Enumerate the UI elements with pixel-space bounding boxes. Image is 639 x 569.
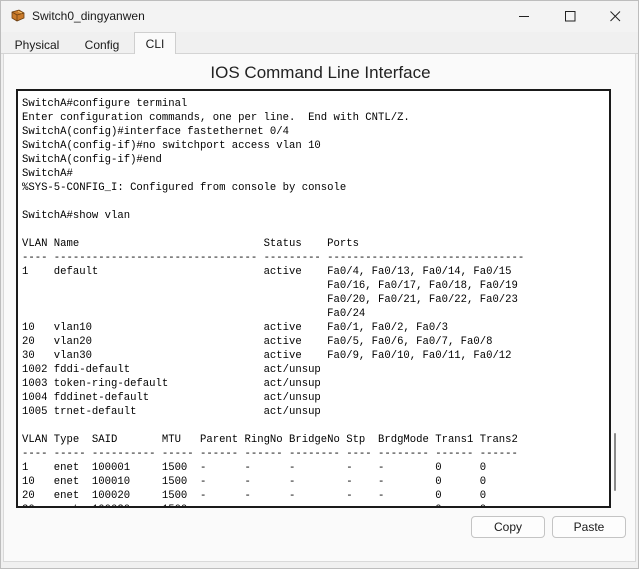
- console-line: Fa0/20, Fa0/21, Fa0/22, Fa0/23: [22, 294, 518, 306]
- scrollbar-thumb[interactable]: [614, 433, 616, 491]
- maximize-icon: [564, 11, 575, 22]
- console-line: SwitchA(config-if)#no switchport access …: [22, 140, 321, 152]
- paste-button[interactable]: Paste: [552, 516, 626, 538]
- console-line: 1 enet 100001 1500 - - - - - 0 0: [22, 462, 487, 474]
- console-line: SwitchA#: [22, 168, 73, 180]
- title-bar[interactable]: Switch0_dingyanwen: [1, 1, 638, 32]
- console-line: Fa0/16, Fa0/17, Fa0/18, Fa0/19: [22, 280, 518, 292]
- console-line: SwitchA#configure terminal: [22, 98, 188, 110]
- switch-app-icon: [10, 9, 26, 23]
- console-line: 30 enet 100030 1500 - - - - - 0 0: [22, 503, 524, 506]
- console-line: 1002 fddi-default act/unsup: [22, 364, 321, 376]
- console-line: ---- ----- ---------- ----- ------ -----…: [22, 448, 518, 460]
- cli-console[interactable]: SwitchA#configure terminal Enter configur…: [16, 89, 611, 508]
- minimize-icon: [518, 16, 529, 17]
- panel-heading: IOS Command Line Interface: [210, 63, 431, 82]
- close-button[interactable]: [592, 1, 638, 32]
- console-line: 1005 trnet-default act/unsup: [22, 406, 321, 418]
- cli-panel: IOS Command Line Interface SwitchA#confi…: [3, 54, 636, 562]
- console-line: 30 vlan30 active Fa0/9, Fa0/10, Fa0/11, …: [22, 350, 512, 362]
- tab-physical[interactable]: Physical: [5, 34, 69, 55]
- maximize-button[interactable]: [547, 1, 593, 32]
- console-line: SwitchA#show vlan: [22, 210, 131, 222]
- console-line: 10 vlan10 active Fa0/1, Fa0/2, Fa0/3: [22, 322, 448, 334]
- app-window: Switch0_dingyanwen Physical Config CLI I…: [0, 0, 639, 569]
- console-line: SwitchA(config)#interface fastethernet 0…: [22, 126, 290, 138]
- console-line: VLAN Name Status Ports: [22, 238, 359, 250]
- tab-cli[interactable]: CLI: [134, 32, 176, 55]
- console-line: 1 default active Fa0/4, Fa0/13, Fa0/14, …: [22, 266, 512, 278]
- close-icon: [609, 11, 620, 22]
- console-line: SwitchA(config-if)#end: [22, 154, 162, 166]
- console-line: 20 vlan20 active Fa0/5, Fa0/6, Fa0/7, Fa…: [22, 336, 493, 348]
- console-scrollbar[interactable]: [612, 89, 620, 508]
- console-line: 1003 token-ring-default act/unsup: [22, 378, 321, 390]
- console-line: Enter configuration commands, one per li…: [22, 112, 410, 124]
- tab-bar: Physical Config CLI: [1, 32, 638, 55]
- console-line: 20 enet 100020 1500 - - - - - 0 0: [22, 490, 487, 502]
- console-line: 1004 fddinet-default act/unsup: [22, 392, 321, 404]
- console-output: SwitchA#configure terminal Enter configur…: [22, 97, 525, 506]
- console-line: Fa0/24: [22, 308, 366, 320]
- window-title: Switch0_dingyanwen: [32, 9, 145, 23]
- tab-config[interactable]: Config: [73, 34, 131, 55]
- copy-button[interactable]: Copy: [471, 516, 545, 538]
- console-line: %SYS-5-CONFIG_I: Configured from console…: [22, 182, 347, 194]
- console-line: ---- -------------------------------- --…: [22, 252, 525, 264]
- console-line: 10 enet 100010 1500 - - - - - 0 0: [22, 476, 487, 488]
- minimize-button[interactable]: [501, 1, 547, 32]
- console-line: VLAN Type SAID MTU Parent RingNo BridgeN…: [22, 434, 518, 446]
